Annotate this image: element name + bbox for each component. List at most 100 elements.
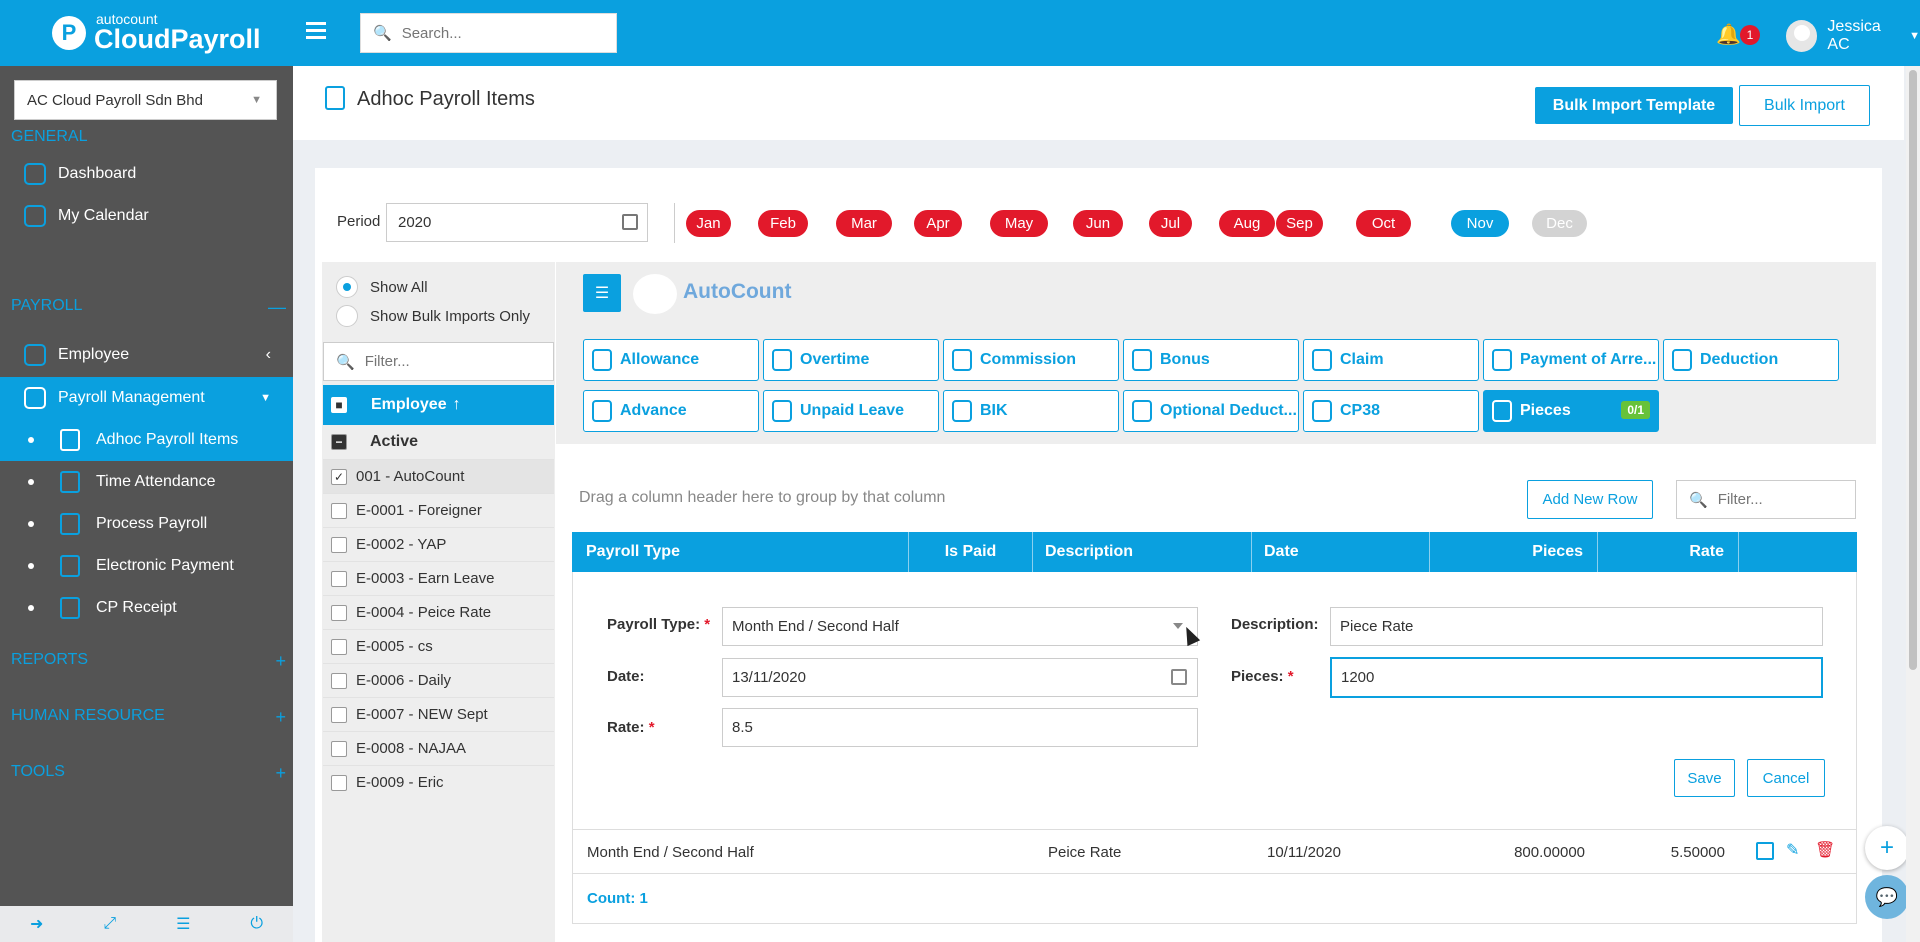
search-input[interactable] (401, 24, 592, 42)
column-pieces[interactable]: Pieces (1430, 532, 1598, 572)
column-rate[interactable]: Rate (1598, 532, 1739, 572)
tile-allowance[interactable]: Allowance (583, 339, 759, 381)
employee-checkbox[interactable] (331, 638, 347, 655)
employee-column-header[interactable]: ■ Employee ↑ (323, 385, 554, 425)
month-oct[interactable]: Oct (1356, 210, 1411, 237)
list-item[interactable]: E-0008 - NAJAA (323, 731, 554, 765)
tile-payment-of-arrears[interactable]: Payment of Arre... (1483, 339, 1659, 381)
month-apr[interactable]: Apr (914, 210, 962, 237)
calendar-icon[interactable] (1171, 669, 1187, 685)
sidebar-sub-adhoc-payroll-items[interactable]: Adhoc Payroll Items (0, 419, 293, 461)
show-all-radio[interactable]: Show All (336, 276, 428, 298)
add-new-row-button[interactable]: Add New Row (1527, 480, 1653, 519)
tile-bik[interactable]: BIK (943, 390, 1119, 432)
list-item[interactable]: E-0006 - Daily (323, 663, 554, 697)
list-item[interactable]: E-0002 - YAP (323, 527, 554, 561)
grid-filter[interactable]: 🔍 (1676, 480, 1856, 519)
tile-deduction[interactable]: Deduction (1663, 339, 1839, 381)
employee-checkbox[interactable] (331, 570, 347, 587)
section-human-resource[interactable]: HUMAN RESOURCE + (11, 707, 286, 727)
edit-icon[interactable]: ✎ (1786, 840, 1804, 859)
chat-icon[interactable]: 💬 (1865, 875, 1909, 919)
bulk-import-template-button[interactable]: Bulk Import Template (1535, 87, 1733, 124)
group-checkbox[interactable]: − (331, 434, 347, 450)
period-input[interactable]: 2020 (386, 203, 648, 242)
sidebar-sub-cp-receipt[interactable]: CP Receipt (0, 587, 293, 629)
employee-checkbox[interactable] (331, 502, 347, 519)
tile-cp38[interactable]: CP38 (1303, 390, 1479, 432)
column-description[interactable]: Description (1033, 532, 1252, 572)
tile-commission[interactable]: Commission (943, 339, 1119, 381)
delete-icon[interactable]: 🗑 (1815, 840, 1835, 859)
employee-checkbox[interactable]: ✓ (331, 468, 347, 485)
section-payroll[interactable]: PAYROLL — (11, 297, 286, 317)
employee-checkbox[interactable] (331, 604, 347, 621)
month-sep[interactable]: Sep (1276, 210, 1323, 237)
employee-checkbox[interactable] (331, 536, 347, 553)
language-icon[interactable]: ☰ (176, 914, 190, 934)
employee-checkbox[interactable] (331, 740, 347, 757)
show-bulk-radio[interactable]: Show Bulk Imports Only (336, 305, 530, 327)
menu-toggle-icon[interactable] (306, 22, 326, 42)
tile-unpaid-leave[interactable]: Unpaid Leave (763, 390, 939, 432)
list-item[interactable]: E-0004 - Peice Rate (323, 595, 554, 629)
month-jul[interactable]: Jul (1149, 210, 1192, 237)
employee-checkbox[interactable] (331, 774, 347, 791)
sidebar-item-my-calendar[interactable]: My Calendar (0, 195, 293, 237)
search-box[interactable]: 🔍 (360, 13, 617, 53)
section-reports[interactable]: REPORTS + (11, 651, 286, 671)
bulk-import-button[interactable]: Bulk Import (1739, 85, 1870, 126)
fullscreen-icon[interactable]: ⤢ (103, 915, 116, 933)
list-item[interactable]: E-0005 - cs (323, 629, 554, 663)
company-select[interactable]: AC Cloud Payroll Sdn Bhd ▼ (14, 80, 277, 120)
rate-input[interactable]: 8.5 (722, 708, 1198, 747)
description-input[interactable]: Piece Rate (1330, 607, 1823, 646)
sidebar-item-dashboard[interactable]: Dashboard (0, 153, 293, 195)
select-all-checkbox[interactable]: ■ (331, 397, 347, 413)
payroll-type-select[interactable]: Month End / Second Half (722, 607, 1198, 646)
employee-checkbox[interactable] (331, 672, 347, 689)
month-aug[interactable]: Aug (1219, 210, 1275, 237)
menu-icon[interactable]: ☰ (583, 274, 621, 312)
list-item[interactable]: E-0007 - NEW Sept (323, 697, 554, 731)
sidebar-sub-time-attendance[interactable]: Time Attendance (0, 461, 293, 503)
month-jun[interactable]: Jun (1073, 210, 1123, 237)
cancel-button[interactable]: Cancel (1747, 759, 1825, 797)
column-is-paid[interactable]: Is Paid (909, 532, 1033, 572)
month-may[interactable]: May (990, 210, 1048, 237)
tile-bonus[interactable]: Bonus (1123, 339, 1299, 381)
date-input[interactable]: 13/11/2020 (722, 658, 1198, 697)
save-button[interactable]: Save (1674, 759, 1735, 797)
radio-selected[interactable] (336, 276, 358, 298)
sidebar-item-payroll-management[interactable]: Payroll Management ▼ (0, 377, 293, 419)
tile-optional-deduction[interactable]: Optional Deduct... (1123, 390, 1299, 432)
tile-overtime[interactable]: Overtime (763, 339, 939, 381)
employee-filter[interactable]: 🔍 (323, 342, 554, 381)
column-date[interactable]: Date (1252, 532, 1430, 572)
grid-filter-input[interactable] (1717, 491, 1848, 508)
add-fab-icon[interactable]: + (1865, 826, 1909, 870)
month-nov[interactable]: Nov (1451, 210, 1509, 237)
employee-group-active[interactable]: − Active (323, 425, 554, 459)
app-logo[interactable]: P autocount CloudPayroll (52, 12, 261, 53)
tile-pieces[interactable]: Pieces 0/1 (1483, 390, 1659, 432)
month-feb[interactable]: Feb (758, 210, 808, 237)
bell-icon[interactable]: 🔔 (1716, 22, 1741, 47)
month-mar[interactable]: Mar (836, 210, 892, 237)
table-row[interactable]: Month End / Second Half Peice Rate 10/11… (572, 830, 1857, 874)
power-icon[interactable]: ⏻ (250, 915, 263, 933)
column-payroll-type[interactable]: Payroll Type (572, 532, 909, 572)
sidebar-sub-electronic-payment[interactable]: Electronic Payment (0, 545, 293, 587)
calendar-icon[interactable] (1756, 842, 1774, 860)
scrollbar-thumb[interactable] (1909, 70, 1917, 670)
list-item[interactable]: E-0001 - Foreigner (323, 493, 554, 527)
tile-advance[interactable]: Advance (583, 390, 759, 432)
sidebar-item-employee[interactable]: Employee ‹ (0, 334, 293, 376)
radio-unselected[interactable] (336, 305, 358, 327)
user-menu[interactable]: Jessica AC ▼ (1786, 18, 1920, 54)
list-item[interactable]: E-0003 - Earn Leave (323, 561, 554, 595)
employee-checkbox[interactable] (331, 706, 347, 723)
month-jan[interactable]: Jan (686, 210, 731, 237)
calendar-icon[interactable] (622, 214, 638, 230)
list-item[interactable]: E-0009 - Eric (323, 765, 554, 799)
